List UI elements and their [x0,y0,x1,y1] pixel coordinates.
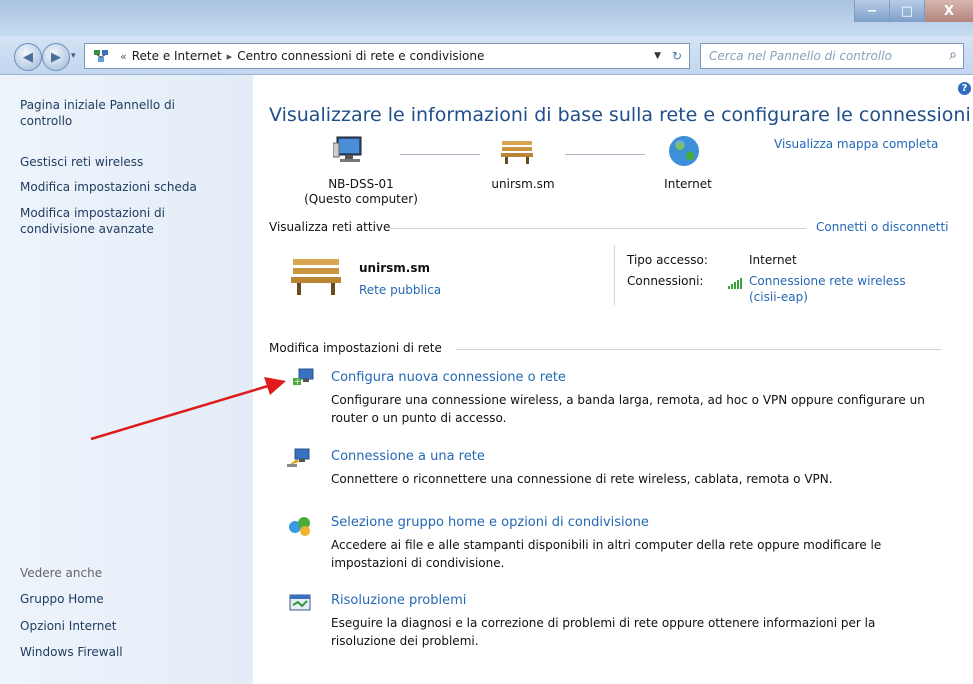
help-icon[interactable]: ? [958,82,971,95]
window-controls: − □ X [854,0,973,22]
network-settings-heading: Modifica impostazioni di rete [269,341,442,355]
network-folder-icon [93,49,109,63]
sidebar-link-manage-wireless[interactable]: Gestisci reti wireless [20,154,143,170]
wireless-signal-icon [728,277,744,289]
connect-disconnect-link[interactable]: Connetti o disconnetti [816,220,949,234]
sidebar-link-windows-firewall[interactable]: Windows Firewall [20,644,123,660]
new-connection-icon[interactable]: + [293,366,319,388]
full-map-link[interactable]: Visualizza mappa completa [774,137,938,151]
breadcrumb-network-internet[interactable]: Rete e Internet [132,49,222,63]
sidebar-link-adapter-settings[interactable]: Modifica impostazioni scheda [20,179,197,195]
computer-subtitle: (Questo computer) [304,192,418,206]
active-networks-heading: Visualizza reti attive [269,220,391,234]
wireless-connection-link[interactable]: Connessione rete wireless [749,274,906,288]
navigation-bar: ◀ ▶ ▾ « Rete e Internet ▸ Centro conness… [0,36,973,75]
connect-network-icon[interactable] [287,447,313,469]
active-network-separator [614,245,615,305]
active-networks-divider [390,228,806,229]
address-dropdown-icon[interactable]: ▼ [654,51,661,61]
access-type-value: Internet [749,253,797,267]
back-button[interactable]: ◀ [14,43,42,71]
search-icon[interactable]: ⌕ [949,47,957,63]
active-network-bench-icon [289,255,343,297]
task-homegroup-desc-1: Accedere ai file e alle stampanti dispon… [331,538,882,552]
minimize-button[interactable]: − [854,0,889,22]
public-network-link[interactable]: Rete pubblica [359,283,441,297]
forward-button[interactable]: ▶ [42,43,70,71]
computer-icon[interactable] [333,135,367,165]
computer-name: NB-DSS-01 [328,177,394,191]
sidebar: Pagina iniziale Pannello di controllo Ge… [0,75,253,684]
address-bar[interactable]: « Rete e Internet ▸ Centro connessioni d… [84,43,690,69]
task-new-connection-desc-1: Configurare una connessione wireless, a … [331,393,925,407]
see-also-heading: Vedere anche [20,566,103,580]
sidebar-link-advanced-sharing[interactable]: Modifica impostazioni di condivisione av… [20,205,210,237]
search-input[interactable]: Cerca nel Pannello di controllo [709,49,892,63]
network-map-label: unirsm.sm [491,177,555,191]
map-line-1 [400,154,480,155]
refresh-icon[interactable]: ↻ [672,49,682,63]
task-homegroup-desc-2: impostazioni di condivisione. [331,556,505,570]
internet-map-label: Internet [664,177,712,191]
search-box[interactable]: Cerca nel Pannello di controllo ⌕ [700,43,964,69]
task-troubleshoot-desc-1: Eseguire la diagnosi e la correzione di … [331,616,876,630]
close-button[interactable]: X [924,0,973,22]
access-type-label: Tipo accesso: [627,253,708,267]
breadcrumb-overflow[interactable]: « [120,50,127,63]
connections-label: Connessioni: [627,274,704,288]
troubleshoot-icon[interactable] [289,593,311,613]
back-arrow-icon: ◀ [23,49,33,65]
internet-globe-icon[interactable] [667,134,701,168]
map-line-2 [565,154,645,155]
task-new-connection-link[interactable]: Configura nuova connessione o rete [331,370,566,385]
svg-text:+: + [294,377,301,386]
breadcrumb-separator-icon[interactable]: ▸ [227,50,233,63]
main-content: ? Visualizzare le informazioni di base s… [253,75,973,684]
task-new-connection-desc-2: router o un punto di accesso. [331,411,507,425]
history-dropdown-icon[interactable]: ▾ [71,51,76,61]
task-troubleshoot-desc-2: risoluzione dei problemi. [331,634,479,648]
task-connect-network-desc-1: Connettere o riconnettere una connession… [331,472,833,486]
maximize-button[interactable]: □ [889,0,924,22]
sidebar-link-internet-options[interactable]: Opzioni Internet [20,618,116,634]
task-connect-network-link[interactable]: Connessione a una rete [331,449,485,464]
page-title: Visualizzare le informazioni di base sul… [269,104,971,126]
homegroup-icon[interactable] [287,515,313,537]
forward-arrow-icon: ▶ [51,49,61,65]
network-settings-divider [456,349,941,350]
sidebar-link-control-panel-home[interactable]: Pagina iniziale Pannello di controllo [20,97,210,129]
title-bar: − □ X [0,0,973,36]
task-troubleshoot-link[interactable]: Risoluzione problemi [331,593,466,608]
wireless-connection-ssid-link[interactable]: (cisii-eap) [749,290,808,304]
sidebar-link-homegroup[interactable]: Gruppo Home [20,591,104,607]
bench-network-icon[interactable] [500,137,534,165]
breadcrumb-network-center[interactable]: Centro connessioni di rete e condivision… [237,49,484,63]
task-homegroup-link[interactable]: Selezione gruppo home e opzioni di condi… [331,515,649,530]
active-network-name: unirsm.sm [359,261,430,275]
